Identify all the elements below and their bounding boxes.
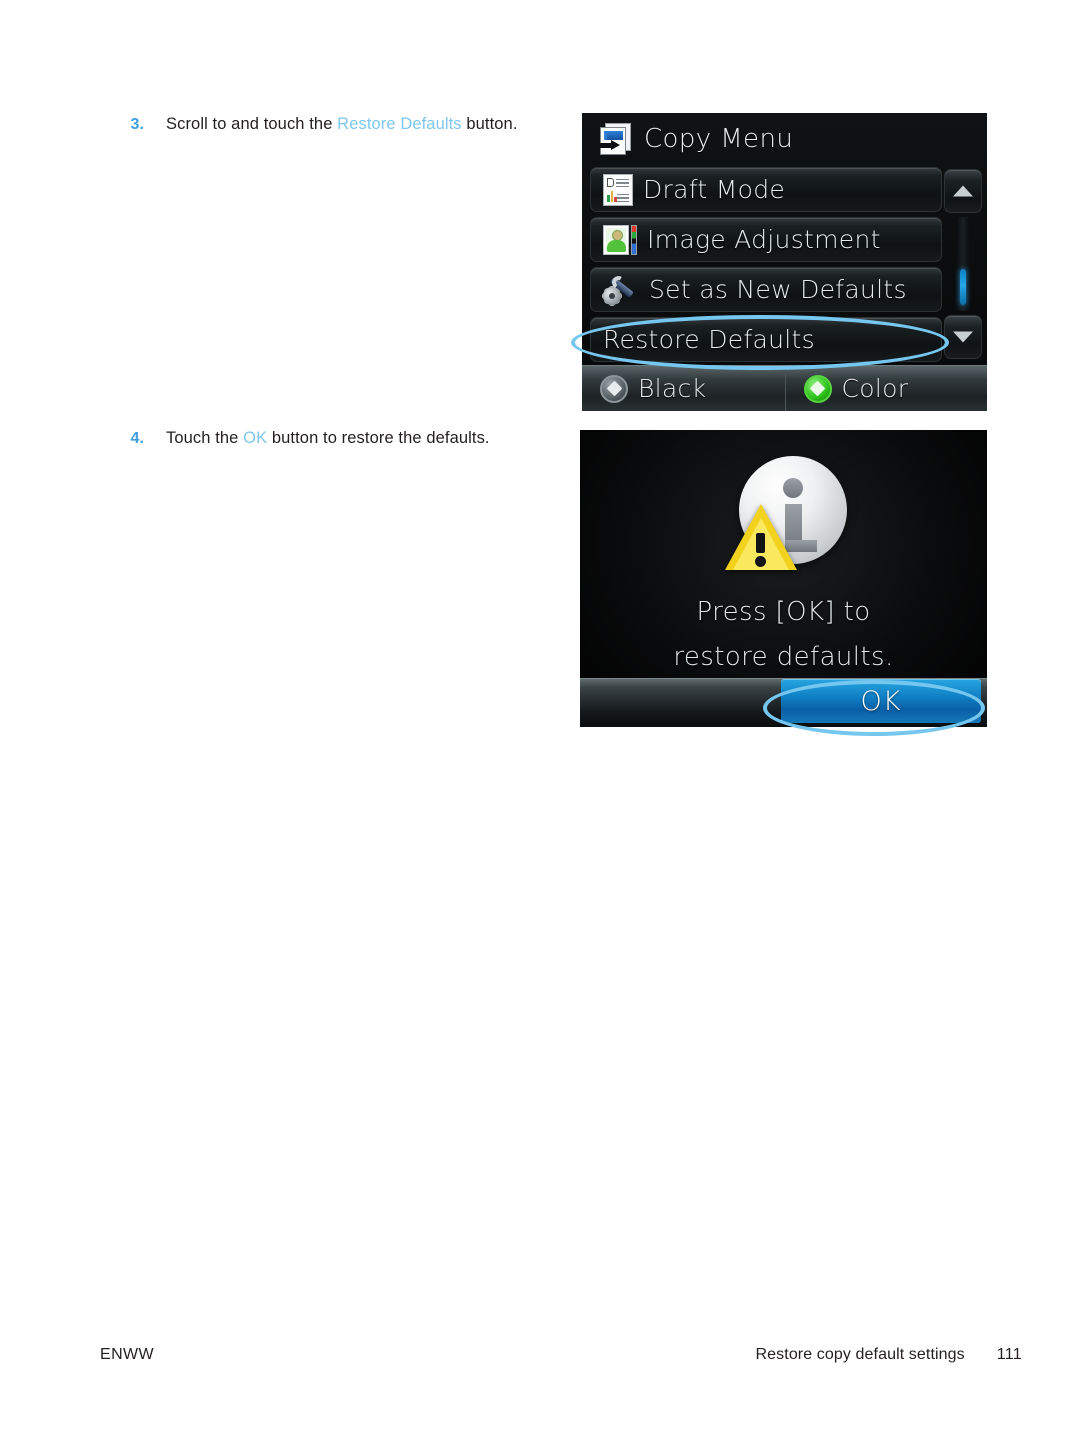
document-draft-icon: [603, 173, 633, 206]
footer-right-group: Restore copy default settings 111: [756, 1346, 1022, 1364]
step-4-text-after: button to restore the defaults.: [267, 429, 490, 447]
copy-menu-title: Copy Menu: [644, 124, 794, 154]
step-4-number: 4.: [130, 430, 144, 447]
start-color-button[interactable]: Color: [784, 366, 988, 411]
start-color-icon: [803, 374, 832, 403]
confirm-dialog-bottom-bar: OK: [580, 678, 987, 727]
copy-menu-panel: Copy Menu Draft Mode Image Adjustment Se…: [582, 113, 987, 411]
menu-item-label: Set as New Defaults: [649, 275, 907, 304]
confirm-dialog-message-line2: restore defaults.: [673, 642, 894, 672]
confirm-dialog-message-line1: Press [OK] to: [696, 597, 871, 627]
scrollbar-thumb[interactable]: [960, 269, 966, 305]
menu-item-set-as-new-defaults[interactable]: Set as New Defaults: [590, 267, 942, 312]
footer-page-number: 111: [996, 1346, 1022, 1363]
scrollbar[interactable]: [944, 169, 982, 359]
footer-locale: ENWW: [100, 1346, 155, 1363]
step-4-text-before: Touch the: [166, 429, 244, 447]
ok-button-label: OK: [860, 685, 902, 717]
menu-item-restore-defaults[interactable]: Restore Defaults: [590, 317, 942, 362]
menu-item-draft-mode[interactable]: Draft Mode: [590, 167, 942, 212]
scroll-down-button[interactable]: [944, 315, 982, 359]
info-warning-icon: [725, 456, 849, 578]
step-3-text-after: button.: [461, 115, 518, 133]
ok-button[interactable]: OK: [781, 679, 981, 723]
triangle-down-icon: [953, 331, 973, 343]
step-3-number: 3.: [130, 116, 144, 133]
start-color-label: Color: [841, 374, 909, 403]
copy-menu-screenshot: Copy Menu Draft Mode Image Adjustment Se…: [582, 113, 987, 411]
start-black-label: Black: [638, 374, 707, 403]
menu-item-label: Image Adjustment: [647, 225, 881, 254]
start-button-bar: Black Color: [582, 365, 987, 411]
step-3-text-before: Scroll to and touch the: [166, 115, 338, 133]
copy-icon: [598, 123, 632, 155]
step-4-text: Touch the OK button to restore the defau…: [166, 429, 490, 448]
confirm-dialog-panel: Press [OK] to restore defaults. OK: [580, 430, 987, 727]
image-person-icon: [603, 224, 637, 255]
confirm-dialog-screenshot: Press [OK] to restore defaults. OK: [580, 430, 987, 727]
step-3-text: Scroll to and touch the Restore Defaults…: [166, 115, 518, 134]
scroll-up-button[interactable]: [944, 169, 982, 213]
page-footer: ENWW Restore copy default settings 111: [0, 1346, 1080, 1370]
menu-item-label: Restore Defaults: [603, 325, 815, 354]
step-4: 4. Touch the OK button to restore the de…: [106, 429, 490, 448]
menu-item-label: Draft Mode: [643, 175, 786, 204]
copy-menu-header: Copy Menu: [582, 113, 987, 165]
start-black-icon: [600, 374, 628, 403]
wrench-gear-icon: [603, 274, 639, 305]
start-black-button[interactable]: Black: [582, 366, 785, 411]
step-3-highlight: Restore Defaults: [337, 115, 462, 133]
scrollbar-track[interactable]: [956, 217, 970, 311]
confirm-dialog-message: Press [OK] to restore defaults.: [580, 590, 987, 680]
footer-section-title: Restore copy default settings: [755, 1346, 965, 1363]
triangle-up-icon: [953, 185, 973, 197]
step-3: 3. Scroll to and touch the Restore Defau…: [106, 115, 518, 134]
menu-item-image-adjustment[interactable]: Image Adjustment: [590, 217, 942, 262]
step-4-highlight: OK: [243, 429, 268, 447]
